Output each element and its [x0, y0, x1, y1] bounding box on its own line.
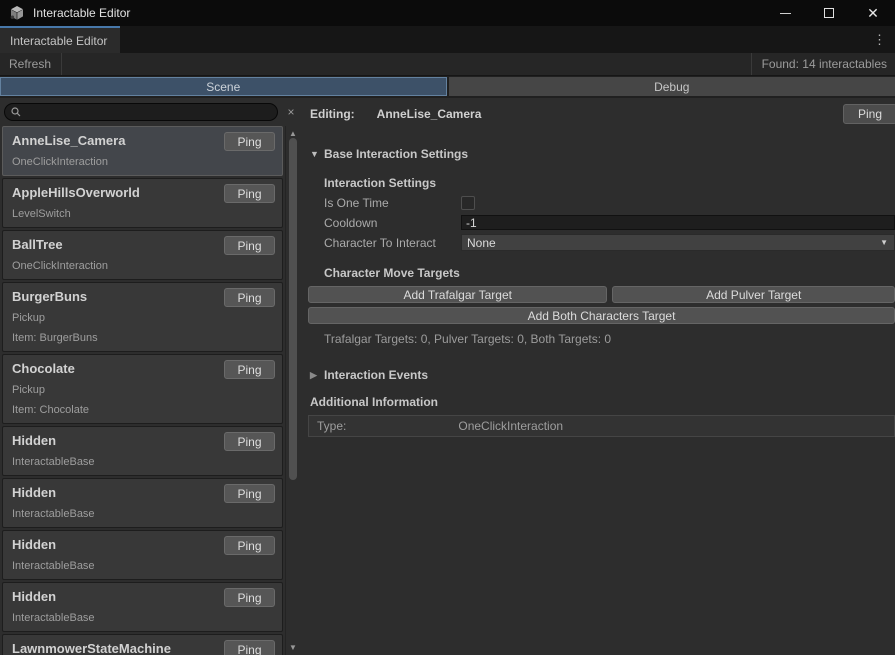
item-ping-button[interactable]: Ping — [224, 640, 275, 655]
tab-label: Interactable Editor — [10, 34, 107, 48]
add-trafalgar-target-button[interactable]: Add Trafalgar Target — [308, 286, 607, 303]
is-one-time-row: Is One Time — [324, 195, 895, 210]
list-item[interactable]: LawnmowerStateMachine Ping OneClickInter… — [2, 634, 283, 655]
item-ping-button[interactable]: Ping — [224, 184, 275, 203]
list-item[interactable]: Hidden Ping InteractableBase — [2, 582, 283, 632]
found-count-label: Found: 14 interactables — [751, 53, 895, 75]
list-item[interactable]: Hidden Ping InteractableBase — [2, 426, 283, 476]
list-item[interactable]: BallTree Ping OneClickInteraction — [2, 230, 283, 280]
window-title: Interactable Editor — [33, 6, 130, 20]
item-ping-button[interactable]: Ping — [224, 360, 275, 379]
item-type: InteractableBase — [12, 456, 274, 468]
tab-scene[interactable]: Scene — [0, 77, 447, 96]
item-type: InteractableBase — [12, 612, 274, 624]
item-ping-button[interactable]: Ping — [224, 288, 275, 307]
foldout-interaction-events[interactable]: ▶ Interaction Events — [300, 368, 895, 382]
is-one-time-label: Is One Time — [324, 196, 461, 210]
list-item[interactable]: AppleHillsOverworld Ping LevelSwitch — [2, 178, 283, 228]
close-button[interactable]: ✕ — [851, 0, 895, 26]
inspector-ping-button[interactable]: Ping — [843, 104, 895, 124]
search-icon — [11, 107, 21, 117]
tab-debug[interactable]: Debug — [449, 77, 895, 96]
foldout-open-icon: ▼ — [310, 149, 324, 159]
scroll-down-icon[interactable]: ▼ — [286, 641, 300, 653]
add-target-buttons-row: Add Trafalgar Target Add Pulver Target — [308, 286, 895, 303]
dropdown-value: None — [467, 236, 496, 250]
foldout-label: Base Interaction Settings — [324, 147, 468, 161]
foldout-base-interaction-settings[interactable]: ▼ Base Interaction Settings — [300, 147, 895, 161]
type-value: OneClickInteraction — [458, 419, 563, 433]
item-type: InteractableBase — [12, 508, 274, 520]
titlebar: Interactable Editor ✕ — [0, 0, 895, 26]
item-ping-button[interactable]: Ping — [224, 132, 275, 151]
cooldown-label: Cooldown — [324, 216, 461, 230]
foldout-label: Interaction Events — [324, 368, 428, 382]
item-ping-button[interactable]: Ping — [224, 484, 275, 503]
search-field[interactable] — [4, 103, 278, 121]
add-pulver-target-button[interactable]: Add Pulver Target — [612, 286, 895, 303]
item-ping-button[interactable]: Ping — [224, 588, 275, 607]
main-content: × AnneLise_Camera Ping OneClickInteracti… — [0, 98, 895, 655]
search-clear-button[interactable]: × — [284, 105, 298, 119]
inspector-panel: Editing: AnneLise_Camera Ping ▼ Base Int… — [300, 98, 895, 655]
character-to-interact-dropdown[interactable]: None ▼ — [461, 234, 895, 251]
app-cube-icon — [9, 5, 25, 21]
item-type: OneClickInteraction — [12, 260, 274, 272]
editing-label: Editing: — [310, 107, 355, 121]
item-type: InteractableBase — [12, 560, 274, 572]
list-item[interactable]: BurgerBuns Ping Pickup Item: BurgerBuns — [2, 282, 283, 352]
window-controls: ✕ — [763, 0, 895, 26]
list-item[interactable]: Chocolate Ping Pickup Item: Chocolate — [2, 354, 283, 424]
scrollbar-thumb[interactable] — [289, 138, 297, 480]
maximize-button[interactable] — [807, 0, 851, 26]
list-item[interactable]: AnneLise_Camera Ping OneClickInteraction — [2, 126, 283, 176]
item-payload: Item: Chocolate — [12, 404, 274, 416]
toolbar: Refresh Found: 14 interactables — [0, 53, 895, 76]
search-row: × — [0, 98, 300, 125]
item-ping-button[interactable]: Ping — [224, 536, 275, 555]
foldout-collapsed-icon: ▶ — [310, 370, 324, 381]
item-payload: Item: BurgerBuns — [12, 332, 274, 344]
item-type: OneClickInteraction — [12, 156, 274, 168]
character-move-targets-header: Character Move Targets — [324, 266, 895, 280]
tab-interactable-editor[interactable]: Interactable Editor — [0, 26, 120, 53]
item-ping-button[interactable]: Ping — [224, 432, 275, 451]
interaction-settings-header: Interaction Settings — [324, 176, 895, 190]
minimize-button[interactable] — [763, 0, 807, 26]
add-both-characters-target-button[interactable]: Add Both Characters Target — [308, 307, 895, 324]
type-label: Type: — [317, 419, 346, 433]
interactable-editor-window: Interactable Editor ✕ Interactable Edito… — [0, 0, 895, 655]
item-type: LevelSwitch — [12, 208, 274, 220]
interactable-list: AnneLise_Camera Ping OneClickInteraction… — [0, 125, 300, 655]
search-input[interactable] — [26, 105, 269, 119]
editing-row: Editing: AnneLise_Camera Ping — [300, 104, 895, 124]
targets-summary: Trafalgar Targets: 0, Pulver Targets: 0,… — [324, 332, 895, 346]
list-item[interactable]: Hidden Ping InteractableBase — [2, 530, 283, 580]
list-item[interactable]: Hidden Ping InteractableBase — [2, 478, 283, 528]
editor-tabbar: Interactable Editor ⋮ — [0, 26, 895, 53]
item-ping-button[interactable]: Ping — [224, 236, 275, 255]
refresh-button[interactable]: Refresh — [0, 53, 62, 75]
type-info-box: Type: OneClickInteraction — [308, 415, 895, 437]
chevron-down-icon: ▼ — [880, 238, 888, 247]
tab-menu-button[interactable]: ⋮ — [868, 26, 891, 53]
maximize-icon — [824, 8, 834, 18]
close-icon: ✕ — [867, 6, 879, 20]
list-scrollbar[interactable]: ▲ ▼ — [285, 126, 300, 655]
cooldown-field[interactable]: -1 — [461, 215, 895, 230]
editing-value: AnneLise_Camera — [377, 107, 482, 121]
cooldown-row: Cooldown -1 — [324, 215, 895, 230]
character-to-interact-row: Character To Interact None ▼ — [324, 234, 895, 251]
character-to-interact-label: Character To Interact — [324, 236, 461, 250]
item-type: Pickup — [12, 312, 274, 324]
scene-list-panel: × AnneLise_Camera Ping OneClickInteracti… — [0, 98, 300, 655]
additional-information-header: Additional Information — [310, 395, 895, 409]
view-tabs: Scene Debug — [0, 76, 895, 98]
is-one-time-checkbox[interactable] — [461, 196, 475, 210]
item-type: Pickup — [12, 384, 274, 396]
minimize-icon — [780, 13, 791, 14]
